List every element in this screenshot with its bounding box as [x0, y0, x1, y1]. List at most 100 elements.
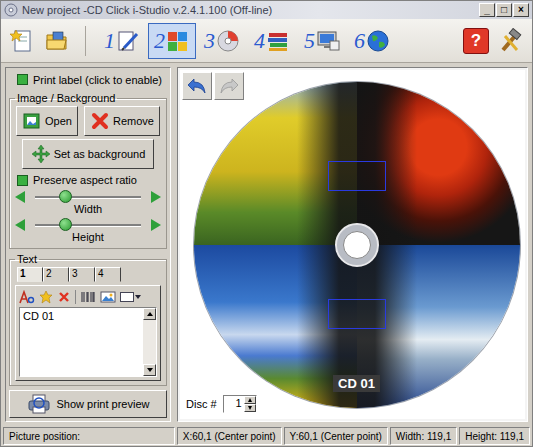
text-tab[interactable]: 4 [95, 267, 121, 282]
step-button[interactable]: 6 [348, 23, 396, 59]
text-tab[interactable]: 1 [17, 267, 43, 282]
undo-button[interactable] [182, 72, 212, 100]
disc-number-spinner[interactable]: 1 [223, 395, 257, 413]
window-control-button[interactable]: × [513, 3, 529, 17]
label-text-field[interactable]: CD 01 [19, 307, 157, 377]
step-button[interactable]: 2 [148, 23, 196, 59]
print-label-checkbox[interactable]: Print label (click to enable) [9, 71, 167, 88]
selection-frame[interactable] [328, 299, 386, 329]
step-number: 4 [254, 28, 265, 54]
status-cell: X:60,1 (Center point) [177, 427, 282, 445]
printer-icon [27, 393, 51, 415]
picture-icon[interactable] [100, 290, 116, 304]
status-cell: Height: 119,1 [459, 427, 530, 445]
open-project-button[interactable] [41, 24, 73, 58]
image-button[interactable]: Remove [84, 106, 160, 136]
new-document-icon [10, 28, 36, 54]
step-number: 6 [354, 28, 365, 54]
step-number: 3 [204, 28, 215, 54]
group-title: Text [15, 253, 39, 265]
status-cell: Picture position: [3, 427, 175, 445]
text-tab[interactable]: 3 [69, 267, 95, 282]
status-cell: Y:60,1 (Center point) [284, 427, 388, 445]
title-bar: New project -CD Click i-Studio v.2.4.1.1… [1, 1, 532, 19]
decrease-arrow-icon[interactable] [15, 219, 25, 231]
window-controls: _□× [479, 3, 529, 17]
status-bar: Picture position:X:60,1 (Center point)Y:… [1, 426, 532, 446]
monitor-icon [316, 29, 340, 53]
globe-icon [366, 29, 390, 53]
redo-button[interactable] [214, 72, 244, 100]
increase-arrow-icon[interactable] [151, 191, 161, 203]
open-picture-icon [22, 111, 42, 131]
new-project-button[interactable] [7, 24, 39, 58]
disc-text[interactable]: CD 01 [333, 375, 380, 392]
pictures-icon [166, 29, 190, 53]
set-background-button[interactable]: Set as background [22, 139, 155, 169]
pencil-paper-icon [116, 29, 140, 53]
main-area: Print label (click to enable) Image / Bac… [1, 63, 532, 426]
undo-arrow-icon [186, 77, 208, 95]
history-toolbar [180, 70, 246, 102]
effects-star-icon[interactable] [39, 290, 53, 304]
tools-icon [497, 28, 523, 54]
selection-frame[interactable] [328, 161, 386, 191]
dropdown-button[interactable] [120, 292, 141, 302]
cd-label-disc[interactable]: CD 01 [194, 82, 520, 408]
barcode-icon[interactable] [80, 290, 96, 304]
step-button[interactable]: 5 [298, 23, 346, 59]
size-slider: Width [15, 191, 161, 216]
vertical-scrollbar[interactable] [143, 308, 156, 376]
toolbar-separator [85, 26, 86, 56]
window-title: New project -CD Click i-Studio v.2.4.1.1… [22, 4, 475, 16]
slider-knob[interactable] [59, 190, 72, 203]
slider-label: Height [72, 231, 104, 244]
toolbar: 1 2 3 4 5 6? [1, 19, 532, 63]
group-title: Image / Background [15, 92, 117, 104]
design-canvas: CD 01 Disc #1 [180, 70, 525, 419]
window-control-button[interactable]: _ [479, 3, 495, 17]
step-button[interactable]: 3 [198, 23, 246, 59]
folder-icon [44, 28, 70, 54]
step-number: 5 [304, 28, 315, 54]
checkbox-icon [17, 74, 28, 85]
redo-arrow-icon [218, 77, 240, 95]
font-icon[interactable] [19, 290, 35, 304]
cd-icon [216, 29, 240, 53]
text-group: Text 1234 CD 01 [9, 253, 167, 386]
delete-x-icon[interactable] [57, 290, 71, 304]
tools-button[interactable] [494, 24, 526, 58]
text-tab[interactable]: 2 [43, 267, 69, 282]
preserve-aspect-checkbox[interactable]: Preserve aspect ratio [15, 172, 161, 188]
step-number: 1 [104, 28, 115, 54]
text-tabs: 1234 [15, 267, 161, 282]
status-cell: Width: 119,1 [390, 427, 457, 445]
slider-track[interactable] [35, 224, 141, 227]
help-icon: ? [463, 28, 489, 54]
text-toolbar [19, 289, 157, 305]
image-background-group: Image / Background OpenRemoveSet as backg… [9, 92, 167, 249]
image-button[interactable]: Open [16, 106, 78, 136]
disc-hole [335, 223, 379, 267]
step-button[interactable]: 1 [98, 23, 146, 59]
help-button[interactable]: ? [460, 24, 492, 58]
disc-number-control: Disc #1 [180, 395, 257, 419]
checkbox-icon [17, 175, 28, 186]
cd-app-icon [4, 3, 18, 17]
decrease-arrow-icon[interactable] [15, 191, 25, 203]
slider-knob[interactable] [59, 218, 72, 231]
step-button[interactable]: 4 [248, 23, 296, 59]
left-panel: Print label (click to enable) Image / Bac… [5, 67, 171, 422]
design-canvas-panel: CD 01 Disc #1 [177, 67, 528, 422]
remove-x-icon [90, 111, 110, 131]
print-preview-button[interactable]: Show print preview [9, 390, 167, 418]
size-slider: Height [15, 219, 161, 244]
slider-track[interactable] [35, 196, 141, 199]
increase-arrow-icon[interactable] [151, 219, 161, 231]
books-icon [266, 29, 290, 53]
window-control-button[interactable]: □ [496, 3, 512, 17]
expand-arrows-icon [31, 144, 51, 164]
app-window: New project -CD Click i-Studio v.2.4.1.1… [0, 0, 533, 447]
slider-label: Width [74, 203, 102, 216]
step-number: 2 [154, 28, 165, 54]
